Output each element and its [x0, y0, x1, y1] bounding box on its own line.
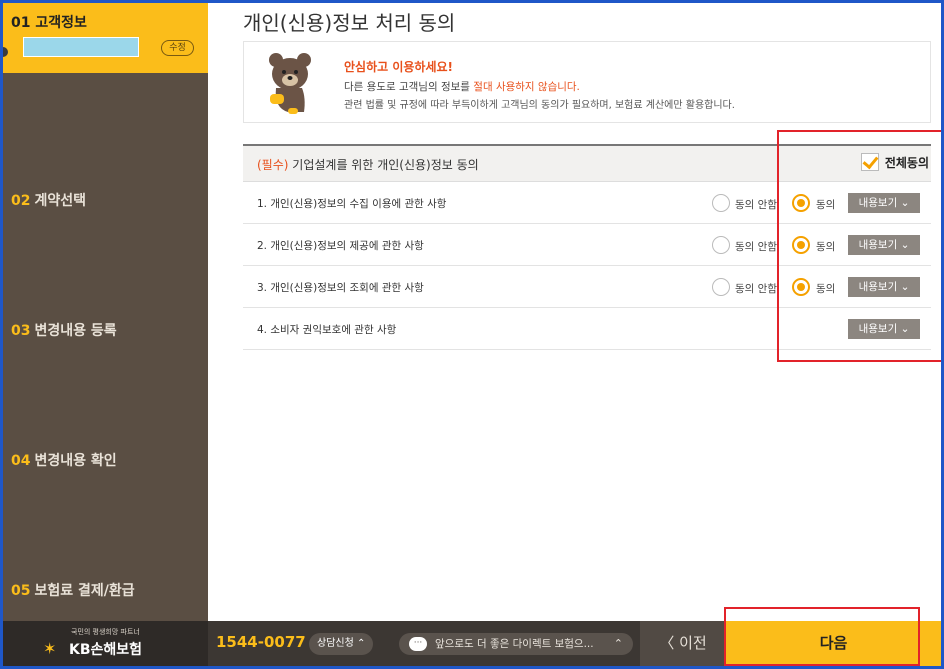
- step-contract-select[interactable]: 02 계약선택: [11, 190, 86, 210]
- step-title: 고객정보: [35, 15, 87, 31]
- edit-button[interactable]: 수정: [161, 40, 194, 56]
- step-title: 보험료 결제/환급: [34, 583, 135, 599]
- step-number: 04: [11, 453, 31, 469]
- step-number: 03: [11, 323, 31, 339]
- step-title: 변경내용 등록: [34, 323, 117, 339]
- kb-star-icon: ✶: [43, 639, 57, 658]
- step-title: 변경내용 확인: [34, 453, 117, 469]
- step-title: 계약선택: [34, 193, 87, 209]
- notice-line1: 다른 용도로 고객님의 정보를 절대 사용하지 않습니다.: [344, 81, 580, 93]
- disagree-label: 동의 안함: [735, 283, 777, 295]
- disagree-radio[interactable]: [712, 194, 730, 212]
- consent-row-label: 3. 개인(신용)정보의 조회에 관한 사항: [257, 282, 424, 294]
- step-marker-icon: [3, 47, 8, 57]
- step-number: 02: [11, 193, 31, 209]
- consent-row-label: 4. 소비자 권익보호에 관한 사항: [257, 324, 397, 336]
- chat-bubble-icon: ···: [409, 637, 427, 651]
- page-title: 개인(신용)정보 처리 동의: [243, 11, 456, 35]
- highlight-box: [724, 607, 920, 666]
- consent-row-label: 2. 개인(신용)정보의 제공에 관한 사항: [257, 240, 424, 252]
- chat-text: 앞으로도 더 좋은 다이렉트 보험으...: [435, 638, 594, 650]
- step-change-register[interactable]: 03 변경내용 등록: [11, 320, 117, 340]
- notice-line2: 관련 법률 및 규정에 따라 부득이하게 고객님의 동의가 필요하며, 보험료 …: [344, 100, 735, 111]
- disagree-radio[interactable]: [712, 236, 730, 254]
- privacy-notice: 안심하고 이용하세요! 다른 용도로 고객님의 정보를 절대 사용하지 않습니다…: [243, 41, 931, 123]
- step-change-confirm[interactable]: 04 변경내용 확인: [11, 450, 117, 470]
- chat-banner[interactable]: ··· 앞으로도 더 좋은 다이렉트 보험으... ⌃: [399, 633, 633, 655]
- phone-number: 1544-0077: [216, 633, 306, 651]
- highlight-box: [777, 130, 941, 362]
- bottom-bar: ✶ 국민의 평생희망 파트너 KB손해보험 1544-0077 상담신청 ⌃ ·…: [3, 607, 941, 666]
- bear-mascot-icon: [269, 53, 311, 114]
- step-number: 05: [11, 583, 31, 599]
- step-customer-info[interactable]: 01 고객정보 수정: [3, 3, 208, 73]
- logo-text: KB손해보험: [69, 642, 143, 658]
- prev-button[interactable]: 〈 이전: [640, 621, 726, 666]
- customer-name-masked: [23, 37, 139, 57]
- notice-title: 안심하고 이용하세요!: [344, 60, 454, 74]
- main-content: 개인(신용)정보 처리 동의 안심하고 이용하세요! 다른 용도로 고객님의 정…: [208, 3, 941, 621]
- disagree-radio[interactable]: [712, 278, 730, 296]
- chevron-up-icon: ⌃: [613, 637, 623, 650]
- consult-request-button[interactable]: 상담신청 ⌃: [309, 633, 374, 655]
- step-payment-refund[interactable]: 05 보험료 결제/환급: [11, 580, 135, 600]
- step-number: 01: [11, 15, 31, 31]
- sidebar: 01 고객정보 수정 02 계약선택 03 변경내용 등록 04 변경내용 확인 05…: [3, 3, 208, 621]
- kb-logo: ✶ 국민의 평생희망 파트너 KB손해보험: [3, 621, 208, 666]
- logo-tagline: 국민의 평생희망 파트너: [71, 628, 140, 636]
- app-frame: 01 고객정보 수정 02 계약선택 03 변경내용 등록 04 변경내용 확인 05…: [3, 3, 941, 666]
- consent-row-label: 1. 개인(신용)정보의 수집 이용에 관한 사항: [257, 198, 447, 210]
- disagree-label: 동의 안함: [735, 241, 777, 253]
- disagree-label: 동의 안함: [735, 199, 777, 211]
- consent-title: (필수) 기업설계를 위한 개인(신용)정보 동의: [257, 158, 479, 172]
